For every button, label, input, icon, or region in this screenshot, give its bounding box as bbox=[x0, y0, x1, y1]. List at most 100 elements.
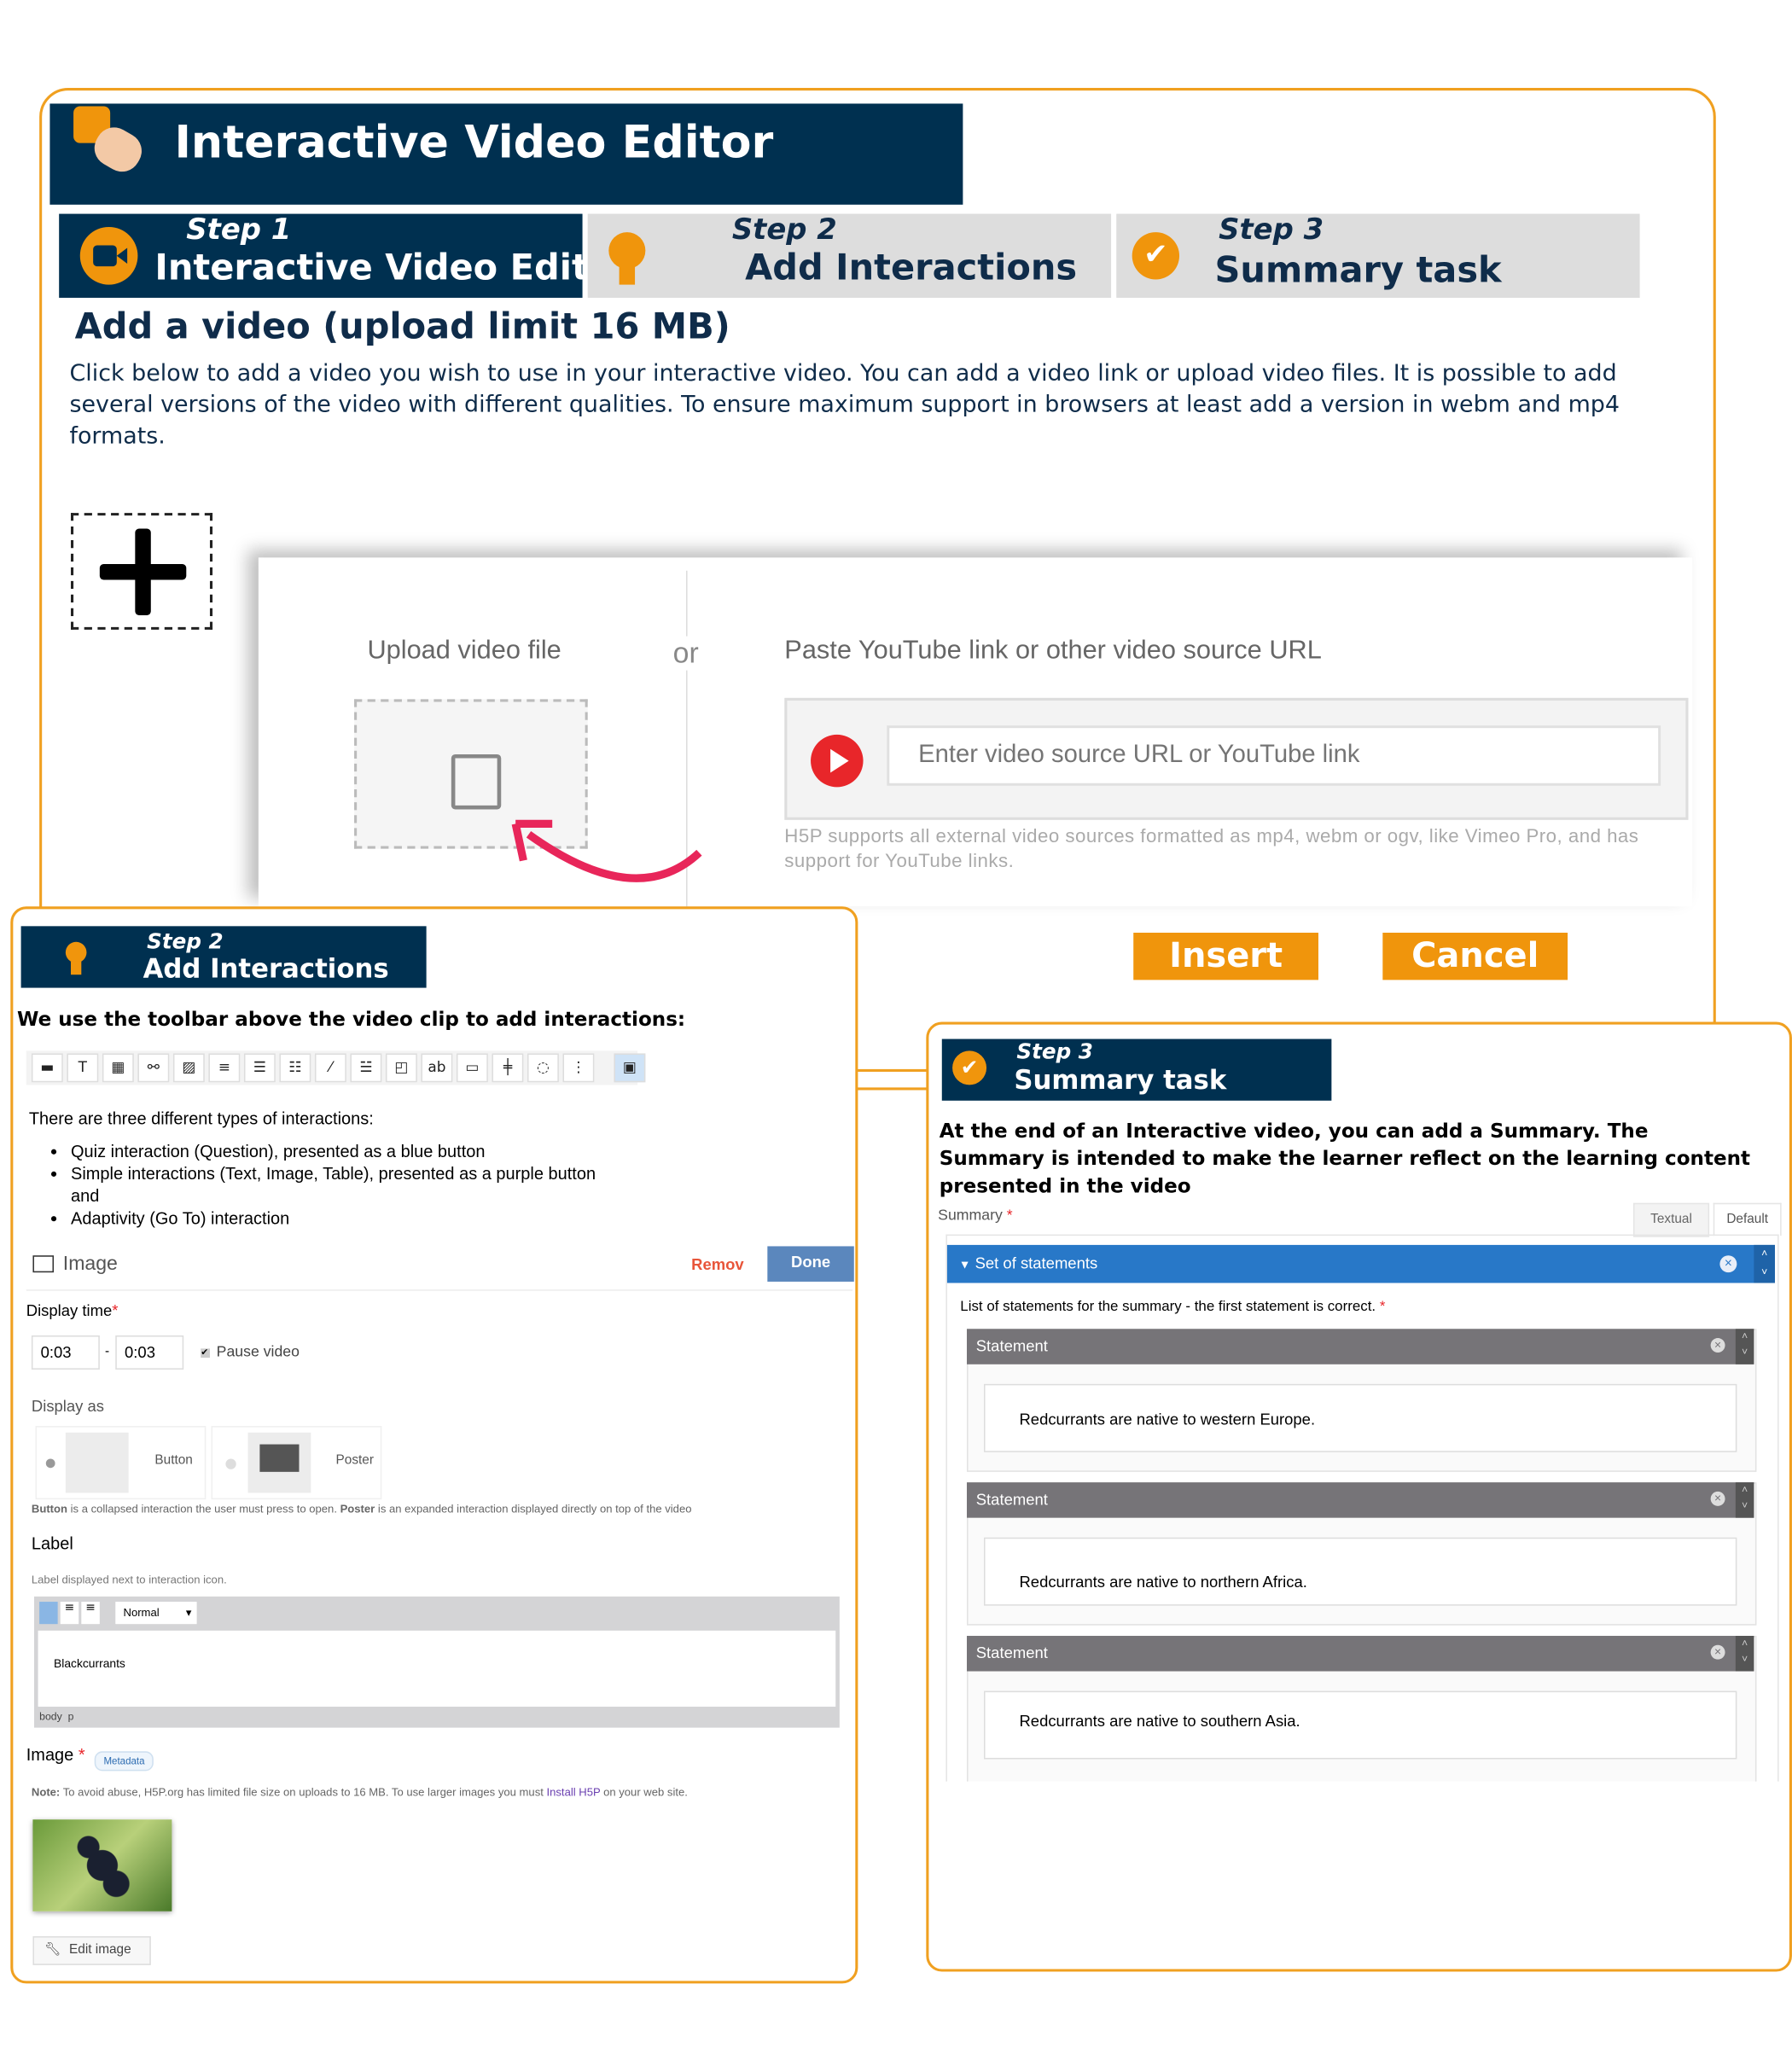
statement-title: Statement bbox=[975, 1490, 1048, 1509]
upload-label: Upload video file bbox=[367, 636, 561, 666]
url-label: Paste YouTube link or other video source… bbox=[784, 636, 1322, 666]
step-label: Add Interactions bbox=[143, 952, 389, 984]
cancel-button[interactable]: Cancel bbox=[1382, 933, 1568, 980]
link-icon[interactable]: ⚯ bbox=[137, 1053, 170, 1083]
drag-text-icon[interactable]: ▭ bbox=[456, 1053, 488, 1083]
label-textarea[interactable]: Blackcurrants bbox=[38, 1630, 836, 1708]
step-label: Add Interactions bbox=[745, 247, 1078, 289]
required-star: * bbox=[112, 1301, 119, 1320]
pause-video-checkbox[interactable]: ✔ bbox=[201, 1348, 210, 1359]
statements-list-label: List of statements for the summary - the… bbox=[960, 1299, 1385, 1314]
display-as-button-option[interactable]: Button bbox=[35, 1426, 207, 1500]
url-help: H5P supports all external video sources … bbox=[784, 826, 1639, 873]
remove-icon[interactable]: × bbox=[1719, 1255, 1737, 1273]
statement-text: Redcurrants are native to western Europe… bbox=[1019, 1410, 1316, 1429]
reorder-icon[interactable]: ˄ ˅ bbox=[1735, 1636, 1754, 1672]
align-right-button[interactable]: ≡ bbox=[81, 1602, 100, 1625]
tab-step-3[interactable]: ✔ Step 3 Summary task bbox=[1116, 213, 1640, 298]
step-number: Step 2 bbox=[731, 213, 837, 247]
time-from-input[interactable] bbox=[31, 1335, 100, 1370]
display-as-help: Button is a collapsed interaction the us… bbox=[32, 1502, 692, 1515]
label-icon[interactable]: ▬ bbox=[31, 1053, 63, 1083]
edit-image-button[interactable]: 🔧︎ Edit image bbox=[32, 1936, 151, 1965]
mark-words-icon[interactable]: ab bbox=[421, 1053, 453, 1083]
arrow-icon bbox=[511, 819, 702, 882]
label-value: Blackcurrants bbox=[54, 1656, 125, 1670]
more-icon[interactable]: ⋮ bbox=[562, 1053, 595, 1083]
url-box bbox=[784, 697, 1689, 820]
list-item: Adaptivity (Go To) interaction bbox=[71, 1207, 622, 1229]
insert-button[interactable]: Insert bbox=[1133, 933, 1318, 980]
fill-blanks-icon[interactable]: ☱ bbox=[350, 1053, 382, 1083]
video-url-input[interactable] bbox=[887, 725, 1661, 786]
time-to-input[interactable] bbox=[115, 1335, 184, 1370]
align-center-button[interactable]: ≡ bbox=[60, 1602, 79, 1625]
statement-input[interactable]: Redcurrants are native to western Europe… bbox=[983, 1383, 1737, 1452]
button-label: Edit image bbox=[69, 1942, 131, 1958]
add-video-button[interactable] bbox=[71, 513, 213, 630]
multi-choice-icon[interactable]: ☷ bbox=[279, 1053, 311, 1083]
statement-input[interactable]: Redcurrants are native to northern Afric… bbox=[983, 1537, 1737, 1606]
statement-input[interactable]: Redcurrants are native to southern Asia. bbox=[983, 1690, 1737, 1760]
note-bold: Note: bbox=[31, 1785, 61, 1799]
true-false-icon[interactable]: ⁄ bbox=[314, 1053, 346, 1083]
step3-intro: At the end of an Interactive video, you … bbox=[939, 1119, 1751, 1198]
step2-intro: We use the toolbar above the video clip … bbox=[16, 1007, 686, 1032]
reorder-icon[interactable]: ˄ ˅ bbox=[1754, 1244, 1775, 1283]
pause-video-label: Pause video bbox=[216, 1344, 300, 1361]
display-as-poster-option[interactable]: Poster bbox=[211, 1426, 382, 1500]
youtube-play-icon bbox=[811, 734, 864, 788]
upload-dialog: Upload video file or Paste YouTube link … bbox=[258, 557, 1693, 907]
step-label: Interactive Video Editor bbox=[154, 247, 631, 289]
step-number: Step 3 bbox=[1016, 1039, 1093, 1064]
remove-button[interactable]: Remov bbox=[691, 1255, 744, 1274]
image-field-label: Image * bbox=[26, 1745, 85, 1765]
option-label: Poster bbox=[335, 1453, 374, 1469]
format-select[interactable]: Normal ▾ bbox=[115, 1602, 197, 1625]
remove-icon[interactable]: × bbox=[1710, 1338, 1725, 1353]
statements-icon[interactable]: ≡ bbox=[208, 1053, 241, 1083]
drag-drop-icon[interactable]: ◰ bbox=[385, 1053, 417, 1083]
tab-step-1[interactable]: Step 1 Interactive Video Editor bbox=[59, 213, 631, 298]
step-number: Step 2 bbox=[147, 928, 224, 954]
statement-header[interactable]: Statement × ˄ ˅ bbox=[966, 1636, 1754, 1672]
table-icon[interactable]: ▦ bbox=[102, 1053, 134, 1083]
tab-default[interactable]: Default bbox=[1713, 1202, 1782, 1236]
help-bold: Poster bbox=[340, 1502, 375, 1516]
reorder-icon[interactable]: ˄ ˅ bbox=[1735, 1329, 1754, 1364]
editor-title: Image bbox=[62, 1253, 118, 1276]
help-text: is a collapsed interaction the user must… bbox=[67, 1502, 340, 1516]
set-of-statements-header[interactable]: ▼ Set of statements × ˄ ˅ bbox=[946, 1244, 1775, 1283]
lightbulb-icon bbox=[608, 232, 646, 270]
statement-header[interactable]: Statement × ˄ ˅ bbox=[966, 1329, 1754, 1364]
remove-icon[interactable]: × bbox=[1710, 1644, 1725, 1660]
crossroads-icon[interactable]: ╪ bbox=[492, 1053, 524, 1083]
tab-textual[interactable]: Textual bbox=[1632, 1202, 1710, 1237]
reorder-icon[interactable]: ˄ ˅ bbox=[1735, 1482, 1754, 1518]
page-description: Click below to add a video you wish to u… bbox=[69, 360, 1620, 451]
camera-icon bbox=[79, 226, 138, 285]
hotspot-icon[interactable]: ◌ bbox=[527, 1053, 559, 1083]
install-h5p-link[interactable]: Install H5P bbox=[547, 1785, 601, 1798]
image-icon[interactable]: ▨ bbox=[172, 1053, 205, 1083]
single-choice-icon[interactable]: ☰ bbox=[243, 1053, 276, 1083]
text-icon[interactable]: T bbox=[67, 1053, 99, 1083]
label-help: Label displayed next to interaction icon… bbox=[31, 1573, 227, 1586]
tab-step-2[interactable]: Step 2 Add Interactions bbox=[587, 213, 1112, 298]
check-circle-icon: ✔ bbox=[952, 1050, 987, 1085]
done-button[interactable]: Done bbox=[767, 1246, 854, 1282]
label-text: Display time bbox=[26, 1301, 113, 1320]
time-separator: - bbox=[104, 1344, 110, 1359]
label-text: Image bbox=[26, 1744, 74, 1765]
align-left-button[interactable] bbox=[39, 1602, 58, 1625]
list-item: Quiz interaction (Question), presented a… bbox=[71, 1140, 622, 1162]
page-heading: Add a video (upload limit 16 MB) bbox=[74, 306, 730, 348]
step-number: Step 3 bbox=[1219, 213, 1324, 247]
paste-icon[interactable]: ▣ bbox=[614, 1053, 646, 1083]
radio-button[interactable] bbox=[45, 1458, 55, 1469]
metadata-button[interactable]: Metadata bbox=[94, 1751, 154, 1772]
radio-poster[interactable] bbox=[225, 1458, 236, 1469]
statement-header[interactable]: Statement × ˄ ˅ bbox=[966, 1482, 1754, 1518]
step2-panel: Step 2 Add Interactions We use the toolb… bbox=[10, 906, 858, 1984]
remove-icon[interactable]: × bbox=[1710, 1491, 1725, 1506]
